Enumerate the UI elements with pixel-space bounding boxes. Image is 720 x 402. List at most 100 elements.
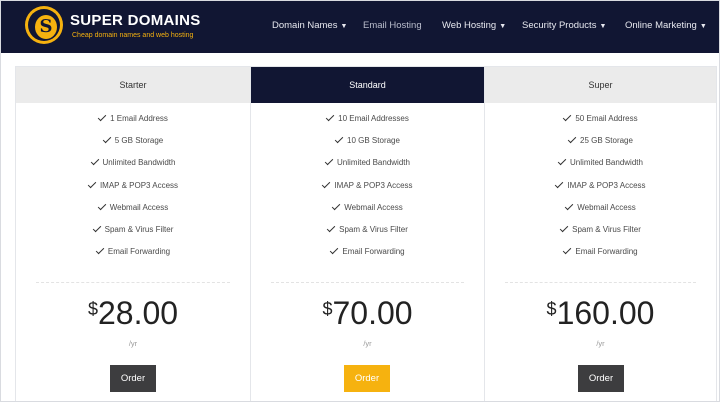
feature-label: Unlimited Bandwidth (570, 158, 643, 168)
plan-super: Super 50 Email Address 25 GB Storage Unl… (484, 67, 716, 402)
feature-label: IMAP & POP3 Access (567, 180, 646, 190)
plan-standard: Standard 10 Email Addresses 10 GB Storag… (250, 67, 484, 402)
chevron-down-icon: ▼ (340, 23, 348, 30)
feature-label: Spam & Virus Filter (572, 224, 641, 234)
feature-list: 1 Email Address 5 GB Storage Unlimited B… (16, 112, 250, 269)
price-amount: 160.00 (556, 295, 655, 331)
check-icon (557, 157, 567, 166)
feature-label: 50 Email Address (575, 114, 638, 123)
check-icon (567, 134, 577, 144)
divider (271, 282, 464, 283)
check-icon (102, 134, 111, 144)
check-icon (564, 201, 574, 210)
brand-tagline: Cheap domain names and web hosting (72, 32, 194, 39)
feature-item: Webmail Access (16, 201, 250, 225)
feature-list: 10 Email Addresses 10 GB Storage Unlimit… (251, 112, 484, 269)
feature-item: 10 GB Storage (251, 134, 484, 158)
feature-label: 1 Email Address (110, 114, 168, 123)
feature-label: IMAP & POP3 Access (99, 180, 179, 190)
nav-item-online-marketing[interactable]: Online Marketing ▼ (625, 20, 707, 31)
plan-title: Starter (16, 67, 250, 103)
feature-label: 10 Email Addresses (338, 114, 409, 123)
nav-item-label: Web Hosting (442, 20, 497, 31)
currency-symbol: $ (322, 299, 333, 319)
feature-item: IMAP & POP3 Access (251, 179, 484, 203)
feature-label: Unlimited Bandwidth (102, 158, 176, 168)
nav-item-web-hosting[interactable]: Web Hosting ▼ (442, 20, 506, 31)
divider (36, 282, 230, 283)
check-icon (326, 223, 336, 233)
feature-label: 10 GB Storage (347, 136, 400, 146)
check-icon (87, 179, 97, 188)
nav-item-email-hosting[interactable]: Email Hosting (363, 20, 422, 31)
price-amount: 70.00 (332, 295, 413, 331)
feature-item: Unlimited Bandwidth (251, 157, 484, 180)
nav-item-domain-names[interactable]: Domain Names ▼ (272, 20, 347, 31)
check-icon (97, 201, 106, 210)
feature-item: Spam & Virus Filter (485, 223, 716, 247)
feature-label: Email Forwarding (107, 247, 171, 257)
feature-item: 50 Email Address (485, 112, 716, 136)
feature-item: Webmail Access (485, 201, 716, 225)
check-icon (325, 112, 335, 122)
feature-item: Email Forwarding (251, 245, 484, 269)
feature-label: 25 GB Storage (580, 136, 633, 146)
nav-item-label: Domain Names (272, 20, 338, 31)
order-button-starter[interactable]: Order (110, 365, 156, 392)
price-period: /yr (596, 339, 605, 348)
feature-label: Webmail Access (577, 202, 636, 212)
feature-label: Email Forwarding (575, 247, 638, 257)
nav-item-label: Security Products (522, 20, 597, 31)
check-icon (322, 179, 331, 188)
feature-label: Webmail Access (109, 202, 169, 212)
currency-symbol: $ (87, 299, 98, 319)
feature-item: 10 Email Addresses (251, 112, 484, 136)
feature-item: Webmail Access (251, 201, 484, 225)
check-icon (97, 112, 107, 122)
feature-item: IMAP & POP3 Access (485, 179, 716, 203)
feature-item: Spam & Virus Filter (16, 223, 250, 247)
nav-item-label: Email Hosting (363, 20, 422, 31)
logo[interactable]: S (25, 6, 63, 44)
check-icon (563, 245, 572, 255)
feature-label: Unlimited Bandwidth (337, 158, 410, 168)
feature-label: Email Forwarding (342, 247, 405, 257)
site-header: S SUPER DOMAINS Cheap domain names and w… (0, 0, 720, 53)
check-icon (95, 245, 105, 255)
logo-letter: S (35, 15, 57, 39)
check-icon (330, 245, 339, 255)
feature-label: IMAP & POP3 Access (334, 180, 413, 190)
check-icon (563, 112, 572, 122)
check-icon (334, 134, 344, 144)
plan-price: $28.00 (16, 295, 250, 332)
plan-starter: Starter 1 Email Address 5 GB Storage Unl… (16, 67, 250, 402)
divider (505, 282, 696, 283)
price-amount: 28.00 (97, 295, 179, 331)
plan-title: Super (485, 67, 716, 103)
check-icon (555, 179, 564, 188)
chevron-down-icon: ▼ (499, 23, 507, 30)
brand-name[interactable]: SUPER DOMAINS (70, 12, 201, 29)
feature-label: 5 GB Storage (114, 136, 164, 146)
feature-item: 5 GB Storage (16, 134, 250, 158)
pricing-table: Starter 1 Email Address 5 GB Storage Unl… (15, 66, 717, 402)
feature-item: Unlimited Bandwidth (16, 157, 250, 180)
plan-price: $70.00 (251, 295, 484, 332)
order-button-standard[interactable]: Order (344, 365, 390, 392)
nav-item-security-products[interactable]: Security Products ▼ (522, 20, 606, 31)
plan-title: Standard (251, 67, 484, 103)
logo-ring: S (28, 9, 60, 41)
feature-label: Webmail Access (344, 202, 403, 212)
price-period: /yr (363, 339, 372, 348)
check-icon (92, 223, 101, 233)
feature-list: 50 Email Address 25 GB Storage Unlimited… (485, 112, 716, 269)
feature-item: Email Forwarding (16, 245, 250, 269)
order-button-super[interactable]: Order (578, 365, 624, 392)
currency-symbol: $ (546, 299, 557, 319)
feature-item: 1 Email Address (16, 112, 250, 136)
chevron-down-icon: ▼ (699, 23, 707, 30)
check-icon (559, 223, 569, 233)
feature-item: IMAP & POP3 Access (16, 179, 250, 203)
feature-item: Email Forwarding (485, 245, 716, 269)
plan-price: $160.00 (485, 295, 716, 332)
